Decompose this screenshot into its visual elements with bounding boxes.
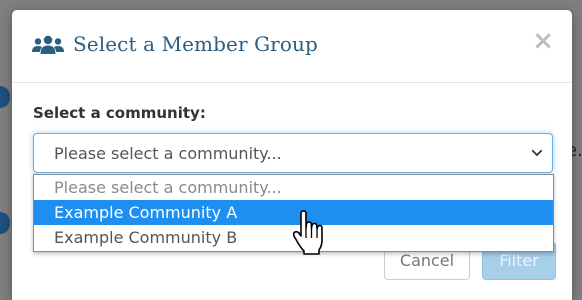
users-icon (32, 35, 64, 54)
dropdown-option-placeholder[interactable]: Please select a community... (34, 175, 553, 200)
dialog-header: Select a Member Group × (12, 10, 572, 83)
chevron-down-icon (531, 149, 543, 157)
community-select[interactable]: Please select a community... (33, 133, 553, 173)
member-group-dialog: Select a Member Group × Select a communi… (12, 10, 572, 300)
select-current-value: Please select a community... (54, 144, 282, 163)
background-marker (0, 86, 10, 108)
community-label: Select a community: (33, 104, 206, 122)
background-marker (0, 212, 10, 234)
hand-pointer-cursor-icon (292, 210, 323, 255)
close-button[interactable]: × (532, 28, 554, 54)
dialog-title: Select a Member Group (73, 32, 318, 56)
